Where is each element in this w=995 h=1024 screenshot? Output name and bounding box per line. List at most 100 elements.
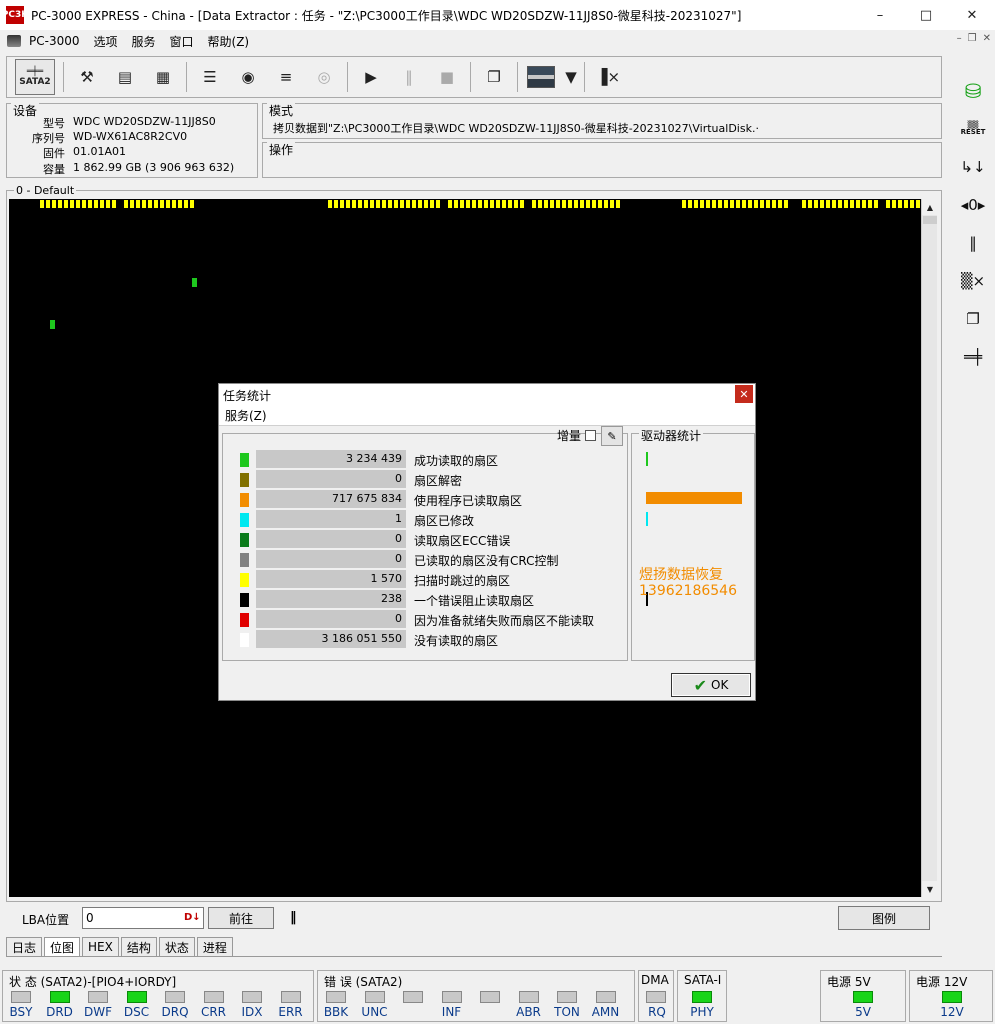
- thumbnail-icon: [527, 66, 555, 88]
- stat-label: 已读取的扇区没有CRC控制: [414, 554, 559, 568]
- stat-label: 扫描时跳过的扇区: [414, 574, 511, 588]
- sector-block: [712, 200, 716, 208]
- device-row-serial: 序列号 WD-WX61AC8R2CV0: [7, 130, 187, 146]
- sector-success-block: [50, 320, 55, 329]
- tab-status[interactable]: 状态: [158, 937, 195, 956]
- disk-grey-icon[interactable]: ◎: [309, 61, 339, 93]
- percent-icon[interactable]: ▦: [148, 61, 178, 93]
- close-window-button[interactable]: ✕: [949, 0, 995, 30]
- dialog-menu-service[interactable]: 服务(Z): [225, 407, 267, 424]
- sidebar-pause-icon[interactable]: ‖: [951, 226, 995, 260]
- status-led: [595, 991, 616, 1003]
- sector-block: [526, 200, 530, 208]
- sector-block: [166, 200, 170, 208]
- copy-close-icon[interactable]: ❐: [951, 302, 995, 336]
- tab-log[interactable]: 日志: [6, 937, 43, 956]
- menu-options[interactable]: 选项: [93, 33, 117, 50]
- sector-block: [814, 200, 818, 208]
- menu-pc3000[interactable]: PC-3000: [29, 34, 79, 48]
- sector-block: [82, 200, 86, 208]
- sector-block: [172, 200, 176, 208]
- module-icon[interactable]: ☰: [195, 61, 225, 93]
- scroll-thumb[interactable]: [923, 216, 937, 224]
- goto-button[interactable]: 前往: [208, 907, 274, 929]
- minimize-button[interactable]: –: [857, 0, 903, 30]
- menu-service[interactable]: 服务: [132, 33, 156, 50]
- sector-block: [196, 200, 200, 208]
- sector-block: [862, 200, 866, 208]
- pause-icon[interactable]: ‖: [394, 61, 424, 93]
- copy-icon[interactable]: ❐: [479, 61, 509, 93]
- sector-block: [112, 200, 116, 208]
- sector-block: [706, 200, 710, 208]
- edit-brush-icon[interactable]: ✎: [601, 426, 623, 446]
- status-led: [126, 991, 147, 1003]
- tab-structure[interactable]: 结构: [120, 937, 157, 956]
- power-connector-icon[interactable]: ↳↓: [951, 150, 995, 184]
- mdi-restore-button[interactable]: ❐: [968, 33, 977, 44]
- tab-hex[interactable]: HEX: [82, 937, 119, 956]
- scroll-down-icon[interactable]: ▼: [922, 881, 938, 897]
- sector-block: [520, 200, 524, 208]
- led-phy: [692, 991, 712, 1003]
- tools-icon[interactable]: ⚒: [72, 61, 102, 93]
- menu-help[interactable]: 帮助(Z): [208, 33, 250, 50]
- sector-block: [358, 200, 362, 208]
- sector-block: [574, 200, 578, 208]
- dialog-close-button[interactable]: ✕: [735, 385, 753, 403]
- increment-checkbox[interactable]: [585, 430, 596, 441]
- legend-button[interactable]: 图例: [838, 906, 930, 930]
- status-bar: 状 态 (SATA2)-[PIO4+IORDY] BSY DRD DWF DSC DRQ…: [0, 970, 995, 1024]
- reset-button[interactable]: ▒▒ RESET: [951, 112, 995, 146]
- sector-block: [754, 200, 758, 208]
- sector-block: [148, 200, 152, 208]
- map-vertical-scrollbar[interactable]: ▲ ▼: [921, 199, 938, 897]
- thumbnail-button[interactable]: [526, 61, 556, 93]
- sector-block: [64, 200, 68, 208]
- exit-icon[interactable]: ▐⨯: [593, 61, 623, 93]
- sector-block: [430, 200, 434, 208]
- tab-bitmap[interactable]: 位图: [44, 937, 81, 957]
- sata2-port-button[interactable]: ═╪═ SATA2: [15, 59, 55, 95]
- tab-process[interactable]: 进程: [196, 937, 233, 956]
- mdi-close-button[interactable]: ✕: [983, 33, 991, 44]
- mode-panel: 模式 拷贝数据到"Z:\PC3000工作目录\WDC WD20SDZW-11JJ…: [262, 102, 942, 139]
- sector-map-first-row: [9, 199, 921, 209]
- map-pause-icon[interactable]: ‖: [290, 910, 297, 925]
- stat-value: 238: [256, 590, 406, 608]
- port-icon[interactable]: ═╪: [951, 340, 995, 374]
- sector-block: [802, 200, 806, 208]
- status-led: [11, 991, 31, 1003]
- menu-window[interactable]: 窗口: [170, 33, 194, 50]
- sector-block: [676, 200, 680, 208]
- stat-color-swatch: [240, 613, 249, 627]
- sector-block: [766, 200, 770, 208]
- sector-block: [898, 200, 902, 208]
- sata-group: SATA-I PHY: [677, 970, 727, 1022]
- sector-block: [376, 200, 380, 208]
- device-key: 容量: [43, 163, 65, 176]
- mdi-minimize-button[interactable]: –: [957, 33, 962, 44]
- stop-icon[interactable]: ■: [432, 61, 462, 93]
- led-label: DRQ: [161, 1005, 189, 1019]
- lba-format-icon[interactable]: D↓: [184, 912, 201, 923]
- dialog-menu-bar: 服务(Z): [219, 406, 755, 426]
- bios-icon[interactable]: ▤: [110, 61, 140, 93]
- scroll-up-icon[interactable]: ▲: [922, 199, 938, 215]
- device-panel: 设备 型号 WDC WD20SDZW-11JJ8S0 序列号 WD-WX61AC…: [6, 102, 258, 178]
- sector-block: [70, 200, 74, 208]
- binoculars-icon[interactable]: ◉: [233, 61, 263, 93]
- database-icon[interactable]: ⛁: [951, 74, 995, 108]
- disk-stack-icon[interactable]: ≡: [271, 61, 301, 93]
- ok-button[interactable]: ✔ OK: [671, 673, 751, 697]
- dropdown-arrow-icon[interactable]: ▼: [564, 61, 578, 93]
- maximize-button[interactable]: □: [903, 0, 949, 30]
- play-icon[interactable]: ▶: [356, 61, 386, 93]
- operation-panel-label: 操作: [267, 141, 296, 158]
- stat-color-swatch: [240, 493, 249, 507]
- zero-counter-icon[interactable]: ◂0▸: [951, 188, 995, 222]
- led-label: ABR: [516, 1005, 541, 1019]
- chip-reset-icon[interactable]: ▒×: [951, 264, 995, 298]
- window-title: PC-3000 EXPRESS - China - [Data Extracto…: [31, 8, 742, 23]
- sector-block: [532, 200, 536, 208]
